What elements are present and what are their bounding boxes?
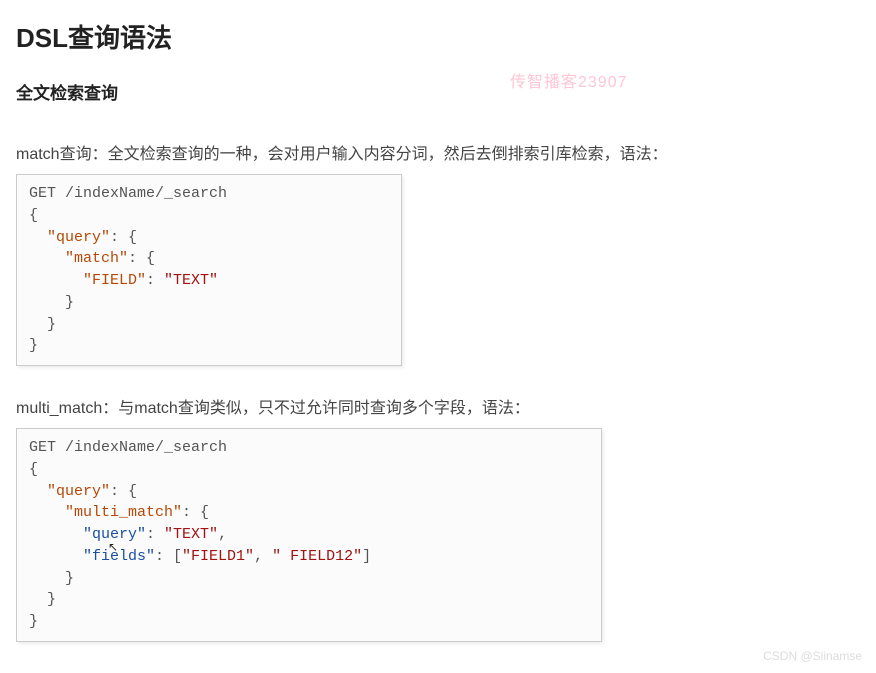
json-punc: ,: [254, 548, 272, 565]
code-block-match: GET /indexName/_search { "query": { "mat…: [16, 174, 402, 366]
json-string: "TEXT": [164, 272, 218, 289]
json-punc: : {: [128, 250, 155, 267]
code-text: {: [29, 207, 38, 224]
page-title: DSL查询语法: [16, 18, 860, 55]
code-line: "query": {: [29, 227, 389, 249]
json-key: "query": [47, 229, 110, 246]
json-punc: : {: [110, 483, 137, 500]
json-key: "multi_match": [65, 504, 182, 521]
code-line: "query": "TEXT",: [29, 524, 589, 546]
code-line: }: [29, 335, 389, 357]
json-punc: : {: [110, 229, 137, 246]
code-line: "match": {: [29, 248, 389, 270]
json-key: "fields": [83, 548, 155, 565]
json-string: "FIELD1": [182, 548, 254, 565]
code-line: "multi_match": {: [29, 502, 589, 524]
code-text: }: [29, 316, 56, 333]
code-line: GET /indexName/_search: [29, 437, 589, 459]
code-block-multimatch: GET /indexName/_search { "query": { "mul…: [16, 428, 602, 642]
code-text: }: [29, 591, 56, 608]
json-key: "FIELD": [83, 272, 146, 289]
code-line: {: [29, 459, 589, 481]
code-line: }: [29, 611, 589, 633]
json-key: "match": [65, 250, 128, 267]
json-key: "query": [47, 483, 110, 500]
json-punc: : {: [182, 504, 209, 521]
code-line: {: [29, 205, 389, 227]
code-line: "FIELD": "TEXT": [29, 270, 389, 292]
json-punc: ,: [218, 526, 227, 543]
match-description: match查询：全文检索查询的一种，会对用户输入内容分词，然后去倒排索引库检索，…: [16, 140, 860, 164]
code-text: GET /indexName/_search: [29, 439, 227, 456]
json-punc: : [: [155, 548, 182, 565]
json-key: "query": [83, 526, 146, 543]
section-heading: 全文检索查询: [16, 79, 860, 104]
document-page: DSL查询语法 全文检索查询 match查询：全文检索查询的一种，会对用户输入内…: [0, 0, 876, 670]
json-punc: :: [146, 526, 164, 543]
code-text: }: [29, 294, 74, 311]
code-text: }: [29, 337, 38, 354]
code-line: }: [29, 314, 389, 336]
code-line: GET /indexName/_search: [29, 183, 389, 205]
code-text: }: [29, 570, 74, 587]
code-line: }: [29, 568, 589, 590]
multimatch-description: multi_match：与match查询类似，只不过允许同时查询多个字段，语法：: [16, 394, 860, 418]
code-text: }: [29, 613, 38, 630]
code-line: "fields": ["FIELD1", " FIELD12"]: [29, 546, 589, 568]
code-text: {: [29, 461, 38, 478]
json-string: " FIELD12": [272, 548, 362, 565]
code-line: "query": {: [29, 481, 589, 503]
code-line: }: [29, 292, 389, 314]
code-line: }: [29, 589, 589, 611]
json-punc: :: [146, 272, 164, 289]
code-text: GET /indexName/_search: [29, 185, 227, 202]
json-string: "TEXT": [164, 526, 218, 543]
json-punc: ]: [362, 548, 371, 565]
